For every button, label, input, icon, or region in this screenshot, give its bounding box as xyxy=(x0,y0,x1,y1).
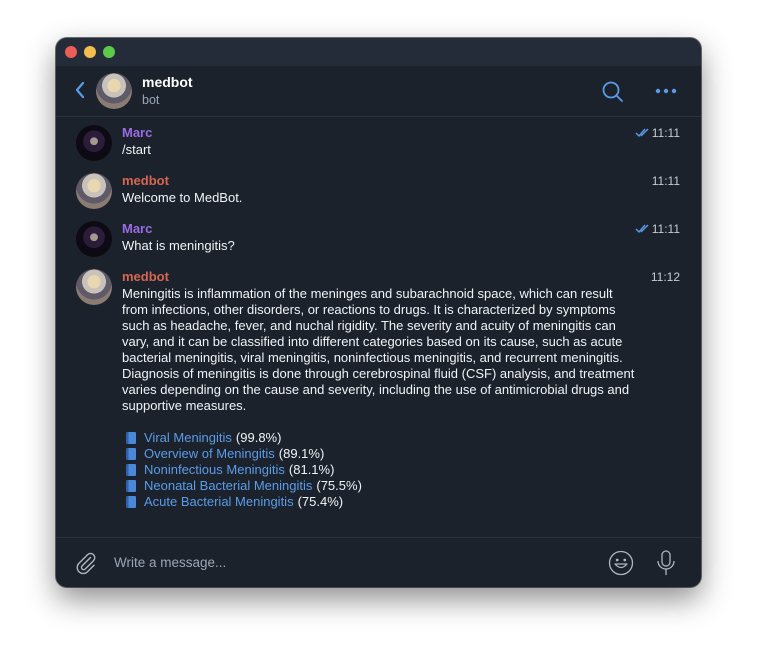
microphone-icon[interactable] xyxy=(654,549,678,577)
chat-title[interactable]: medbot xyxy=(142,74,193,90)
message-time: 11:12 xyxy=(650,270,680,284)
emoji-icon[interactable] xyxy=(608,550,634,576)
message-time: 11:11 xyxy=(651,126,680,140)
source-link[interactable]: Viral Meningitis xyxy=(144,430,232,446)
bot-avatar[interactable] xyxy=(76,173,112,209)
bot-avatar[interactable] xyxy=(96,73,132,109)
message-text: What is meningitis? xyxy=(122,238,235,253)
book-icon xyxy=(126,432,136,444)
zoom-window-button[interactable] xyxy=(103,46,115,58)
book-icon xyxy=(126,496,136,508)
source-link[interactable]: Acute Bacterial Meningitis xyxy=(144,494,294,510)
chevron-left-icon[interactable] xyxy=(73,78,87,102)
message-author[interactable]: medbot xyxy=(122,269,169,284)
message-text: Meningitis is inflammation of the mening… xyxy=(122,286,635,413)
source-link[interactable]: Noninfectious Meningitis xyxy=(144,462,285,478)
user-avatar[interactable] xyxy=(76,125,112,161)
source-link[interactable]: Neonatal Bacterial Meningitis xyxy=(144,478,312,494)
bot-avatar[interactable] xyxy=(76,269,112,305)
source-link-item: Noninfectious Meningitis (81.1%) xyxy=(122,462,637,478)
relevance-score: (75.5%) xyxy=(316,478,362,493)
message: Marc What is meningitis? 11:11 xyxy=(56,221,701,261)
message-text[interactable]: /start xyxy=(122,142,637,158)
message-composer xyxy=(56,537,701,587)
search-icon[interactable] xyxy=(601,80,625,104)
book-icon xyxy=(126,480,136,492)
message-author[interactable]: medbot xyxy=(122,173,169,188)
double-check-icon xyxy=(635,128,649,138)
message: medbot Welcome to MedBot. 11:11 xyxy=(56,173,701,213)
chat-subtitle: bot xyxy=(142,93,160,107)
message-time: 11:11 xyxy=(651,222,680,236)
book-icon xyxy=(126,464,136,476)
close-window-button[interactable] xyxy=(65,46,77,58)
message-author[interactable]: Marc xyxy=(122,125,152,140)
relevance-score: (75.4%) xyxy=(297,494,344,509)
message-author[interactable]: Marc xyxy=(122,221,152,236)
book-icon xyxy=(126,448,136,460)
message-time: 11:11 xyxy=(651,174,680,188)
relevance-score: (99.8%) xyxy=(235,430,282,445)
source-link-item: Neonatal Bacterial Meningitis (75.5%) xyxy=(122,478,637,494)
paperclip-icon[interactable] xyxy=(74,551,98,575)
user-avatar[interactable] xyxy=(76,221,112,257)
telegram-window: medbot bot Marc /start 11:11 medbot Welc… xyxy=(56,38,701,587)
minimize-window-button[interactable] xyxy=(84,46,96,58)
message-body: Meningitis is inflammation of the mening… xyxy=(122,286,637,510)
source-links: Viral Meningitis (99.8%) Overview of Men… xyxy=(122,430,637,510)
chat-header: medbot bot xyxy=(56,66,701,117)
source-link-item: Overview of Meningitis (89.1%) xyxy=(122,446,637,462)
source-link-item: Acute Bacterial Meningitis (75.4%) xyxy=(122,494,637,510)
more-dots-icon[interactable] xyxy=(654,86,678,96)
relevance-score: (81.1%) xyxy=(288,462,335,477)
message: Marc /start 11:11 xyxy=(56,125,701,165)
source-link-item: Viral Meningitis (99.8%) xyxy=(122,430,637,446)
message-text: Welcome to MedBot. xyxy=(122,190,243,205)
source-link[interactable]: Overview of Meningitis xyxy=(144,446,275,462)
message: medbot Meningitis is inflammation of the… xyxy=(56,269,701,519)
title-bar xyxy=(56,38,701,66)
double-check-icon xyxy=(635,224,649,234)
message-input[interactable] xyxy=(114,550,584,574)
relevance-score: (89.1%) xyxy=(278,446,325,461)
message-list: Marc /start 11:11 medbot Welcome to MedB… xyxy=(56,117,701,537)
